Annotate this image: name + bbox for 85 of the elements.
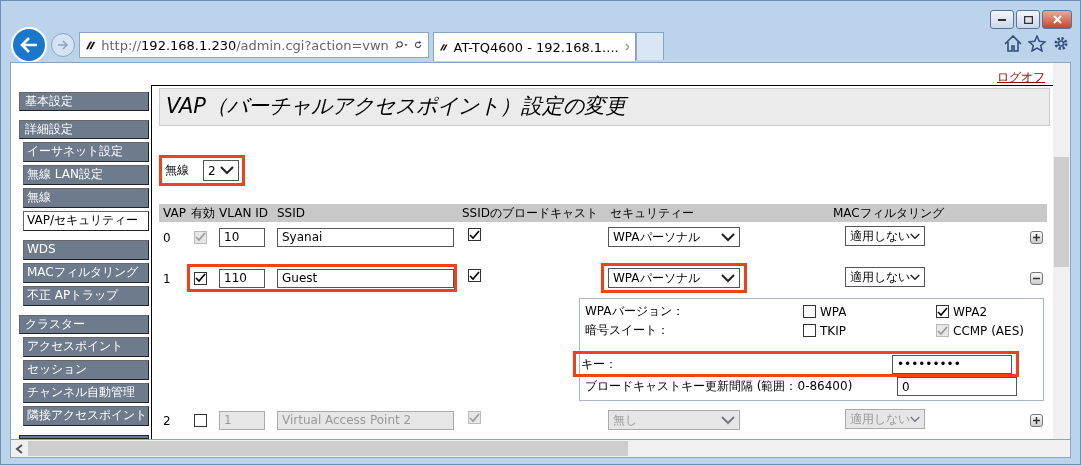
refresh-icon[interactable]: [414, 39, 422, 51]
ssid-field[interactable]: Guest: [277, 268, 454, 288]
plus-icon: [1033, 234, 1040, 241]
select-dropdown[interactable]: WPAパーソナル: [608, 268, 740, 288]
checkbox[interactable]: [194, 271, 207, 285]
checkbox[interactable]: [803, 324, 816, 337]
vlan-id-field[interactable]: 110: [219, 268, 265, 288]
column-header: SSIDのブロードキャスト: [462, 206, 599, 220]
column-header: 有効: [191, 206, 216, 220]
field-label: キー：: [581, 355, 618, 373]
logout-link[interactable]: ログオフ: [997, 69, 1045, 85]
field-label: WPAバージョン：: [584, 303, 685, 320]
vap-number: 1: [163, 272, 171, 286]
search-icon[interactable]: [394, 39, 409, 51]
interval-field[interactable]: 0: [897, 377, 1017, 396]
select-dropdown[interactable]: WPAパーソナル: [608, 227, 740, 247]
option-label: WPA2: [953, 304, 988, 319]
vertical-scrollbar[interactable]: [1053, 63, 1070, 439]
site-logo-icon: [86, 39, 96, 51]
chevron-down-icon: [910, 231, 920, 241]
select-dropdown[interactable]: 適用しない: [845, 226, 925, 246]
select-dropdown[interactable]: 2: [203, 160, 239, 181]
expand-button[interactable]: [1030, 231, 1043, 244]
vap-number: 2: [163, 414, 171, 428]
minus-icon: [1033, 275, 1040, 282]
checkbox[interactable]: [468, 269, 481, 282]
arrow-right-icon: [57, 40, 69, 50]
sidebar-section-header[interactable]: [19, 435, 149, 439]
sidebar-item[interactable]: WDS: [23, 240, 149, 260]
close-icon: [1052, 15, 1062, 24]
home-icon[interactable]: [1004, 35, 1022, 52]
checkbox[interactable]: [936, 305, 949, 318]
chevron-down-icon: [721, 232, 735, 242]
star-icon[interactable]: [1028, 35, 1046, 52]
address-bar[interactable]: http://192.168.1.230/admin.cgi?action=vwn: [79, 32, 429, 58]
page-title: VAP（バーチャルアクセスポイント）設定の変更: [159, 88, 1050, 126]
chevron-down-icon: [721, 273, 735, 283]
checkbox[interactable]: [468, 228, 481, 241]
sidebar-item[interactable]: アクセスポイント: [23, 337, 149, 357]
chevron-down-icon: [220, 166, 234, 175]
vlan-id-field[interactable]: 10: [219, 227, 265, 247]
minimize-button[interactable]: [990, 10, 1014, 29]
sidebar-section-header[interactable]: 基本設定: [19, 92, 149, 111]
arrow-left-icon: [20, 37, 38, 53]
browser-tab[interactable]: AT-TQ4600 - 192.168.1....: [433, 32, 636, 61]
sidebar-item[interactable]: 不正 APトラップ: [23, 286, 149, 306]
sidebar-item[interactable]: イーサネット設定: [23, 142, 149, 162]
sidebar-section-header[interactable]: クラスター: [19, 315, 149, 334]
field-label: 暗号スイート：: [584, 322, 670, 339]
option-label: WPA: [820, 304, 847, 319]
column-header: セキュリティー: [610, 206, 695, 220]
chevron-down-icon: [721, 415, 735, 425]
maximize-icon: [1023, 15, 1033, 24]
column-header: VLAN ID: [219, 206, 269, 220]
maximize-button[interactable]: [1016, 10, 1040, 29]
radio-label: 無線: [165, 162, 189, 179]
sidebar-item[interactable]: 無線: [23, 188, 149, 208]
horizontal-scrollbar[interactable]: [10, 440, 1071, 458]
close-icon[interactable]: [624, 43, 629, 51]
collapse-button[interactable]: [1030, 272, 1043, 285]
column-header: MACフィルタリング: [833, 206, 945, 220]
sidebar-section-header[interactable]: 詳細設定: [19, 120, 149, 139]
chevron-down-icon: [910, 272, 920, 282]
sidebar-item[interactable]: 無線 LAN設定: [23, 165, 149, 185]
plus-icon: [1033, 417, 1040, 424]
sidebar-item[interactable]: セッション: [23, 360, 149, 380]
sidebar-item[interactable]: 隣接アクセスポイント: [23, 406, 149, 426]
option-label: CCMP (AES): [953, 323, 1024, 338]
minimize-icon: [998, 18, 1006, 21]
vap-number: 0: [163, 231, 171, 245]
ssid-field[interactable]: Syanai: [277, 227, 454, 247]
select-dropdown[interactable]: 適用しない: [845, 267, 925, 287]
checkbox[interactable]: [803, 305, 816, 318]
chevron-down-icon: [910, 414, 920, 424]
column-header: VAP: [163, 206, 187, 220]
option-label: TKIP: [820, 323, 846, 338]
back-button[interactable]: [11, 27, 47, 63]
settings-icon[interactable]: [1052, 35, 1070, 52]
sidebar-item[interactable]: MACフィルタリング: [23, 263, 149, 283]
column-header: SSID: [277, 206, 306, 220]
field-label: ブロードキャストキー更新間隔 (範囲：0-86400): [584, 378, 854, 395]
sidebar-item[interactable]: チャンネル自動管理: [23, 383, 149, 403]
close-button[interactable]: [1042, 10, 1072, 29]
sidebar-item[interactable]: VAP/セキュリティー: [23, 211, 149, 231]
key-field[interactable]: •••••••••: [892, 354, 1012, 374]
